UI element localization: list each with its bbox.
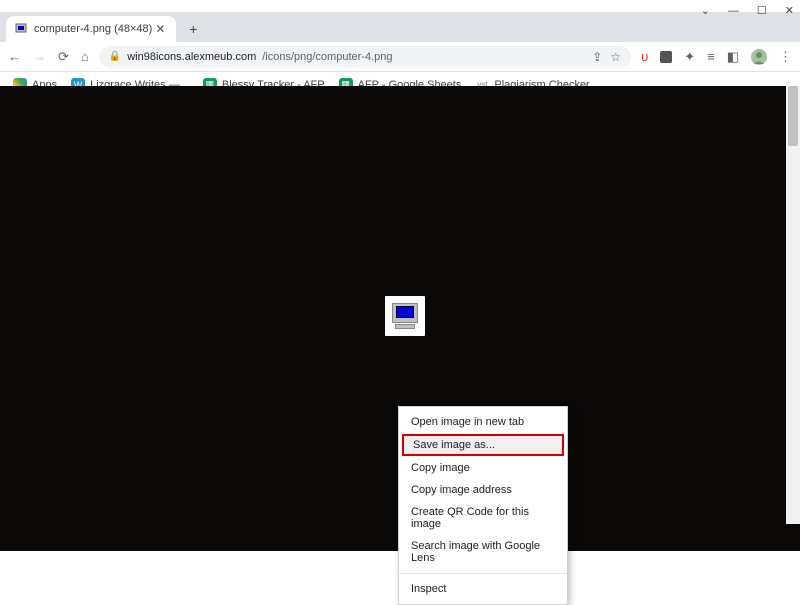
extensions-icon[interactable]: ✦	[684, 49, 695, 65]
address-bar[interactable]: 🔒 win98icons.alexmeub.com/icons/png/comp…	[99, 46, 631, 68]
url-host: win98icons.alexmeub.com	[127, 51, 256, 63]
bookmark-star-icon[interactable]: ☆	[610, 50, 621, 64]
ctx-open-new-tab[interactable]: Open image in new tab	[399, 411, 567, 433]
window-chevron-icon[interactable]: ⌄	[701, 4, 710, 17]
url-path: /icons/png/computer-4.png	[262, 51, 392, 63]
window-minimize-button[interactable]: —	[728, 5, 739, 17]
window-close-button[interactable]: ✕	[785, 4, 794, 17]
browser-tab[interactable]: computer-4.png (48×48) ✕	[6, 16, 176, 42]
back-button[interactable]: ←	[8, 49, 21, 64]
menu-button[interactable]: ⋮	[779, 49, 792, 65]
new-tab-button[interactable]: +	[182, 18, 204, 40]
ext-icon-3[interactable]: ≡	[707, 49, 715, 64]
extension-icons: ᴜ ✦ ≡ ◧ ⋮	[641, 49, 792, 65]
scrollbar-thumb[interactable]	[788, 86, 798, 146]
titlebar	[0, 0, 800, 12]
ext-icon-1[interactable]: ᴜ	[641, 49, 648, 64]
forward-button[interactable]: →	[33, 49, 46, 64]
displayed-image[interactable]	[385, 296, 425, 336]
ctx-search-lens[interactable]: Search image with Google Lens	[399, 535, 567, 569]
context-menu: Open image in new tab Save image as... C…	[398, 406, 568, 605]
toolbar: ← → ⟳ ⌂ 🔒 win98icons.alexmeub.com/icons/…	[0, 42, 800, 72]
tab-favicon-icon	[14, 22, 28, 36]
tab-title: computer-4.png (48×48)	[34, 23, 152, 35]
profile-avatar-icon[interactable]	[751, 49, 767, 65]
lock-icon: 🔒	[109, 51, 121, 62]
ext-icon-4[interactable]: ◧	[727, 49, 739, 65]
share-icon[interactable]: ⇪	[592, 50, 602, 64]
window-controls: ⌄ — ☐ ✕	[701, 4, 794, 17]
reload-button[interactable]: ⟳	[58, 49, 69, 65]
ctx-create-qr[interactable]: Create QR Code for this image	[399, 501, 567, 535]
ctx-copy-image[interactable]: Copy image	[399, 457, 567, 479]
page-viewport[interactable]: Open image in new tab Save image as... C…	[0, 86, 800, 551]
ctx-save-image-as[interactable]: Save image as...	[402, 434, 564, 456]
nav-buttons: ← → ⟳ ⌂	[8, 49, 89, 65]
computer-icon	[392, 303, 418, 329]
ext-icon-2[interactable]	[660, 51, 672, 63]
ctx-copy-image-address[interactable]: Copy image address	[399, 479, 567, 501]
ctx-separator	[399, 573, 567, 574]
home-button[interactable]: ⌂	[81, 49, 89, 64]
vertical-scrollbar[interactable]	[786, 86, 800, 524]
window-maximize-button[interactable]: ☐	[757, 4, 767, 17]
tab-close-button[interactable]: ✕	[152, 22, 168, 36]
tab-strip: computer-4.png (48×48) ✕ +	[0, 12, 800, 42]
ctx-inspect[interactable]: Inspect	[399, 578, 567, 600]
